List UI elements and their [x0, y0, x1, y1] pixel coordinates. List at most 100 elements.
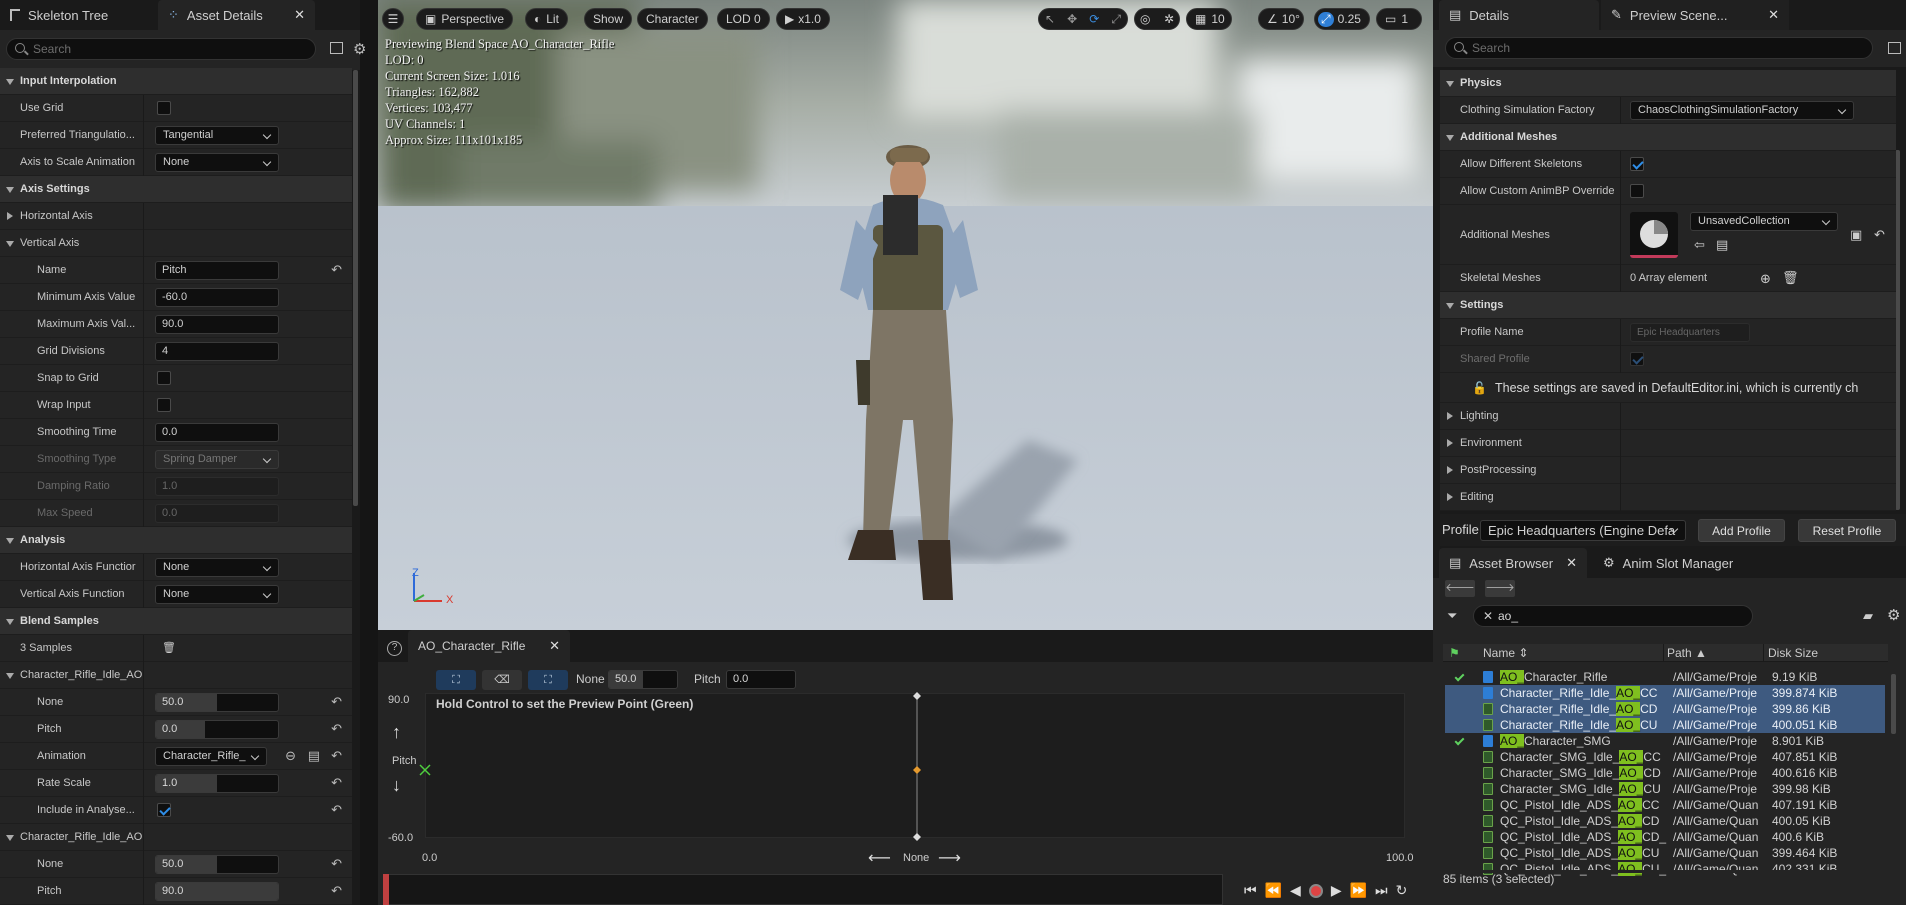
- expanded-icon[interactable]: [6, 673, 14, 679]
- column-name[interactable]: Name ⇕: [1483, 646, 1528, 660]
- viewport-menu-button[interactable]: ☰: [382, 8, 404, 30]
- close-icon[interactable]: ✕: [294, 7, 305, 23]
- reset-to-default-icon[interactable]: ↶: [331, 695, 342, 708]
- profile-combo[interactable]: Epic Headquarters (Engine Defa: [1480, 520, 1686, 541]
- step-forward-icon[interactable]: ⏩: [1350, 882, 1367, 899]
- rate-scale-slider[interactable]: 1.0: [155, 774, 279, 793]
- asset-row[interactable]: Character_Rifle_Idle_AO_CD/All/Game/Proj…: [1445, 701, 1885, 717]
- asset-row[interactable]: Character_SMG_Idle_AO_CU/All/Game/Proje 3…: [1445, 781, 1885, 797]
- close-icon[interactable]: ✕: [1566, 555, 1577, 571]
- perspective-button[interactable]: ▣ Perspective: [416, 8, 514, 30]
- settings-gear-icon[interactable]: ⚙: [1887, 606, 1900, 624]
- add-profile-button[interactable]: Add Profile: [1698, 519, 1785, 542]
- column-disk-size[interactable]: Disk Size: [1768, 646, 1818, 660]
- timeline-track[interactable]: [383, 874, 1223, 905]
- label-toggle-button[interactable]: ⌫: [482, 670, 522, 690]
- minimum-axis-value-input[interactable]: -60.0: [155, 288, 279, 307]
- animation-asset-combo[interactable]: Character_Rifle_: [155, 747, 267, 766]
- table-view-icon[interactable]: [330, 42, 343, 54]
- rotate-icon[interactable]: ⟳: [1089, 12, 1099, 26]
- back-arrow-icon[interactable]: 🡐: [1445, 580, 1475, 597]
- timeline-scrubber[interactable]: [383, 874, 389, 905]
- asset-row[interactable]: Character_SMG_Idle_AO_CD/All/Game/Proje 4…: [1445, 765, 1885, 781]
- tab-blend-space[interactable]: AO_Character_Rifle ✕: [408, 630, 570, 662]
- pitch-slider[interactable]: 0.0: [155, 720, 279, 739]
- use-selected-icon[interactable]: ⊖: [285, 749, 296, 762]
- row-environment[interactable]: Environment: [1440, 430, 1896, 457]
- asset-row[interactable]: AO_Character_SMG/All/Game/Proje 8.901 KiB: [1445, 733, 1885, 749]
- reset-to-default-icon[interactable]: ↶: [331, 749, 342, 762]
- close-icon[interactable]: ✕: [1768, 7, 1779, 23]
- category-character-rifle-idle-ao[interactable]: Character_Rifle_Idle_AO: [0, 824, 352, 851]
- settings-gear-icon[interactable]: ⚙: [353, 40, 366, 58]
- delete-samples-icon[interactable]: 🗑: [162, 641, 176, 654]
- scale-icon[interactable]: ⤢: [1111, 12, 1121, 27]
- expanded-icon[interactable]: [6, 538, 14, 544]
- transform-tools[interactable]: ↖ ✥ ⟳ ⤢: [1038, 8, 1128, 30]
- delete-icon[interactable]: 🗑: [1782, 270, 1799, 286]
- collection-combo[interactable]: UnsavedCollection: [1690, 212, 1838, 231]
- table-view-icon[interactable]: [1888, 42, 1901, 54]
- show-button[interactable]: Show: [584, 8, 633, 30]
- preferred-triangulatio-combo[interactable]: Tangential: [155, 126, 279, 145]
- category-analysis[interactable]: Analysis: [0, 527, 352, 554]
- clothing-factory-combo[interactable]: ChaosClothingSimulationFactory: [1630, 101, 1854, 120]
- asset-row[interactable]: QC_Pistol_Idle_ADS_AO_CU/All/Game/Quan 39…: [1445, 845, 1885, 861]
- row-editing[interactable]: Editing: [1440, 484, 1896, 511]
- reset-icon[interactable]: ↶: [1874, 227, 1885, 243]
- row-postprocessing[interactable]: PostProcessing: [1440, 457, 1896, 484]
- help-icon[interactable]: ?: [387, 641, 402, 656]
- reset-to-default-icon[interactable]: ↶: [331, 884, 342, 897]
- details-search-input[interactable]: Search: [1445, 37, 1873, 59]
- horizontal-axis-functior-combo[interactable]: None: [155, 558, 279, 577]
- browse-icon[interactable]: ▤: [308, 749, 320, 762]
- category-settings[interactable]: Settings: [1440, 292, 1896, 319]
- asset-row[interactable]: AO_Character_Rifle/All/Game/Proje 9.19 Ki…: [1445, 669, 1885, 685]
- asset-row[interactable]: QC_Pistol_Idle_ADS_AO_CD_ /All/Game/Quan 4…: [1445, 829, 1885, 845]
- snap-to-grid-checkbox[interactable]: [157, 371, 171, 385]
- collapsed-icon[interactable]: [7, 212, 13, 220]
- category-horizontal-axis[interactable]: Horizontal Axis: [0, 203, 352, 230]
- lit-button[interactable]: ◐ Lit: [525, 8, 568, 30]
- triangulation-button[interactable]: ⛶: [528, 670, 568, 690]
- playback-speed-button[interactable]: ▶ x1.0: [776, 8, 830, 30]
- pitch-slider[interactable]: 90.0: [155, 882, 279, 901]
- asset-thumbnail[interactable]: [1630, 212, 1678, 258]
- allow-custom-animbp-checkbox[interactable]: [1630, 184, 1644, 198]
- forward-arrow-icon[interactable]: 🡒: [1485, 580, 1515, 597]
- select-icon[interactable]: ↖: [1045, 12, 1055, 26]
- include-in-analyse-checkbox[interactable]: [157, 803, 171, 817]
- asset-row[interactable]: Character_Rifle_Idle_AO_CU/All/Game/Proj…: [1445, 717, 1885, 733]
- asset-row[interactable]: Character_SMG_Idle_AO_CC/All/Game/Proje 4…: [1445, 749, 1885, 765]
- none-value-input[interactable]: 50.0: [608, 670, 678, 689]
- browse-back-icon[interactable]: ⇦: [1694, 237, 1705, 253]
- category-additional-meshes[interactable]: Additional Meshes: [1440, 124, 1896, 151]
- none-slider[interactable]: 50.0: [155, 693, 279, 712]
- tab-anim-slot-manager[interactable]: ⚙ Anim Slot Manager: [1593, 548, 1763, 578]
- play-icon[interactable]: ▶: [1331, 882, 1342, 899]
- category-vertical-axis[interactable]: Vertical Axis: [0, 230, 352, 257]
- name-input[interactable]: Pitch: [155, 261, 279, 280]
- filter-icon[interactable]: ⏷: [1447, 608, 1457, 624]
- use-grid-checkbox[interactable]: [157, 101, 171, 115]
- grid-mode-button[interactable]: ⛶: [436, 670, 476, 690]
- asset-row[interactable]: QC_Pistol_Idle_ADS_AO_CD/All/Game/Quan 40…: [1445, 813, 1885, 829]
- add-element-icon[interactable]: ⊕: [1760, 271, 1771, 287]
- rotation-snap-button[interactable]: ∠ 10°: [1258, 8, 1304, 30]
- close-icon[interactable]: ✕: [549, 638, 560, 654]
- play-reverse-icon[interactable]: ◀: [1290, 882, 1301, 899]
- category-physics[interactable]: Physics: [1440, 70, 1896, 97]
- camera-speed-button[interactable]: ▭ 1: [1376, 8, 1422, 30]
- reset-to-default-icon[interactable]: ↶: [331, 776, 342, 789]
- asset-row[interactable]: QC_Pistol_Idle_ADS_AO_CU_ /All/Game/Quan 4…: [1445, 861, 1885, 877]
- character-button[interactable]: Character: [637, 8, 708, 30]
- reset-profile-button[interactable]: Reset Profile: [1798, 519, 1896, 542]
- asset-row[interactable]: QC_Pistol_Idle_ADS_AO_CC/All/Game/Quan 40…: [1445, 797, 1885, 813]
- scrollbar[interactable]: [353, 70, 358, 506]
- axis-to-scale-animation-combo[interactable]: None: [155, 153, 279, 172]
- expanded-icon[interactable]: [6, 835, 14, 841]
- expanded-icon[interactable]: [6, 187, 14, 193]
- expanded-icon[interactable]: [6, 619, 14, 625]
- blend-space-graph[interactable]: [425, 693, 1405, 838]
- column-path[interactable]: Path ▲: [1667, 646, 1707, 660]
